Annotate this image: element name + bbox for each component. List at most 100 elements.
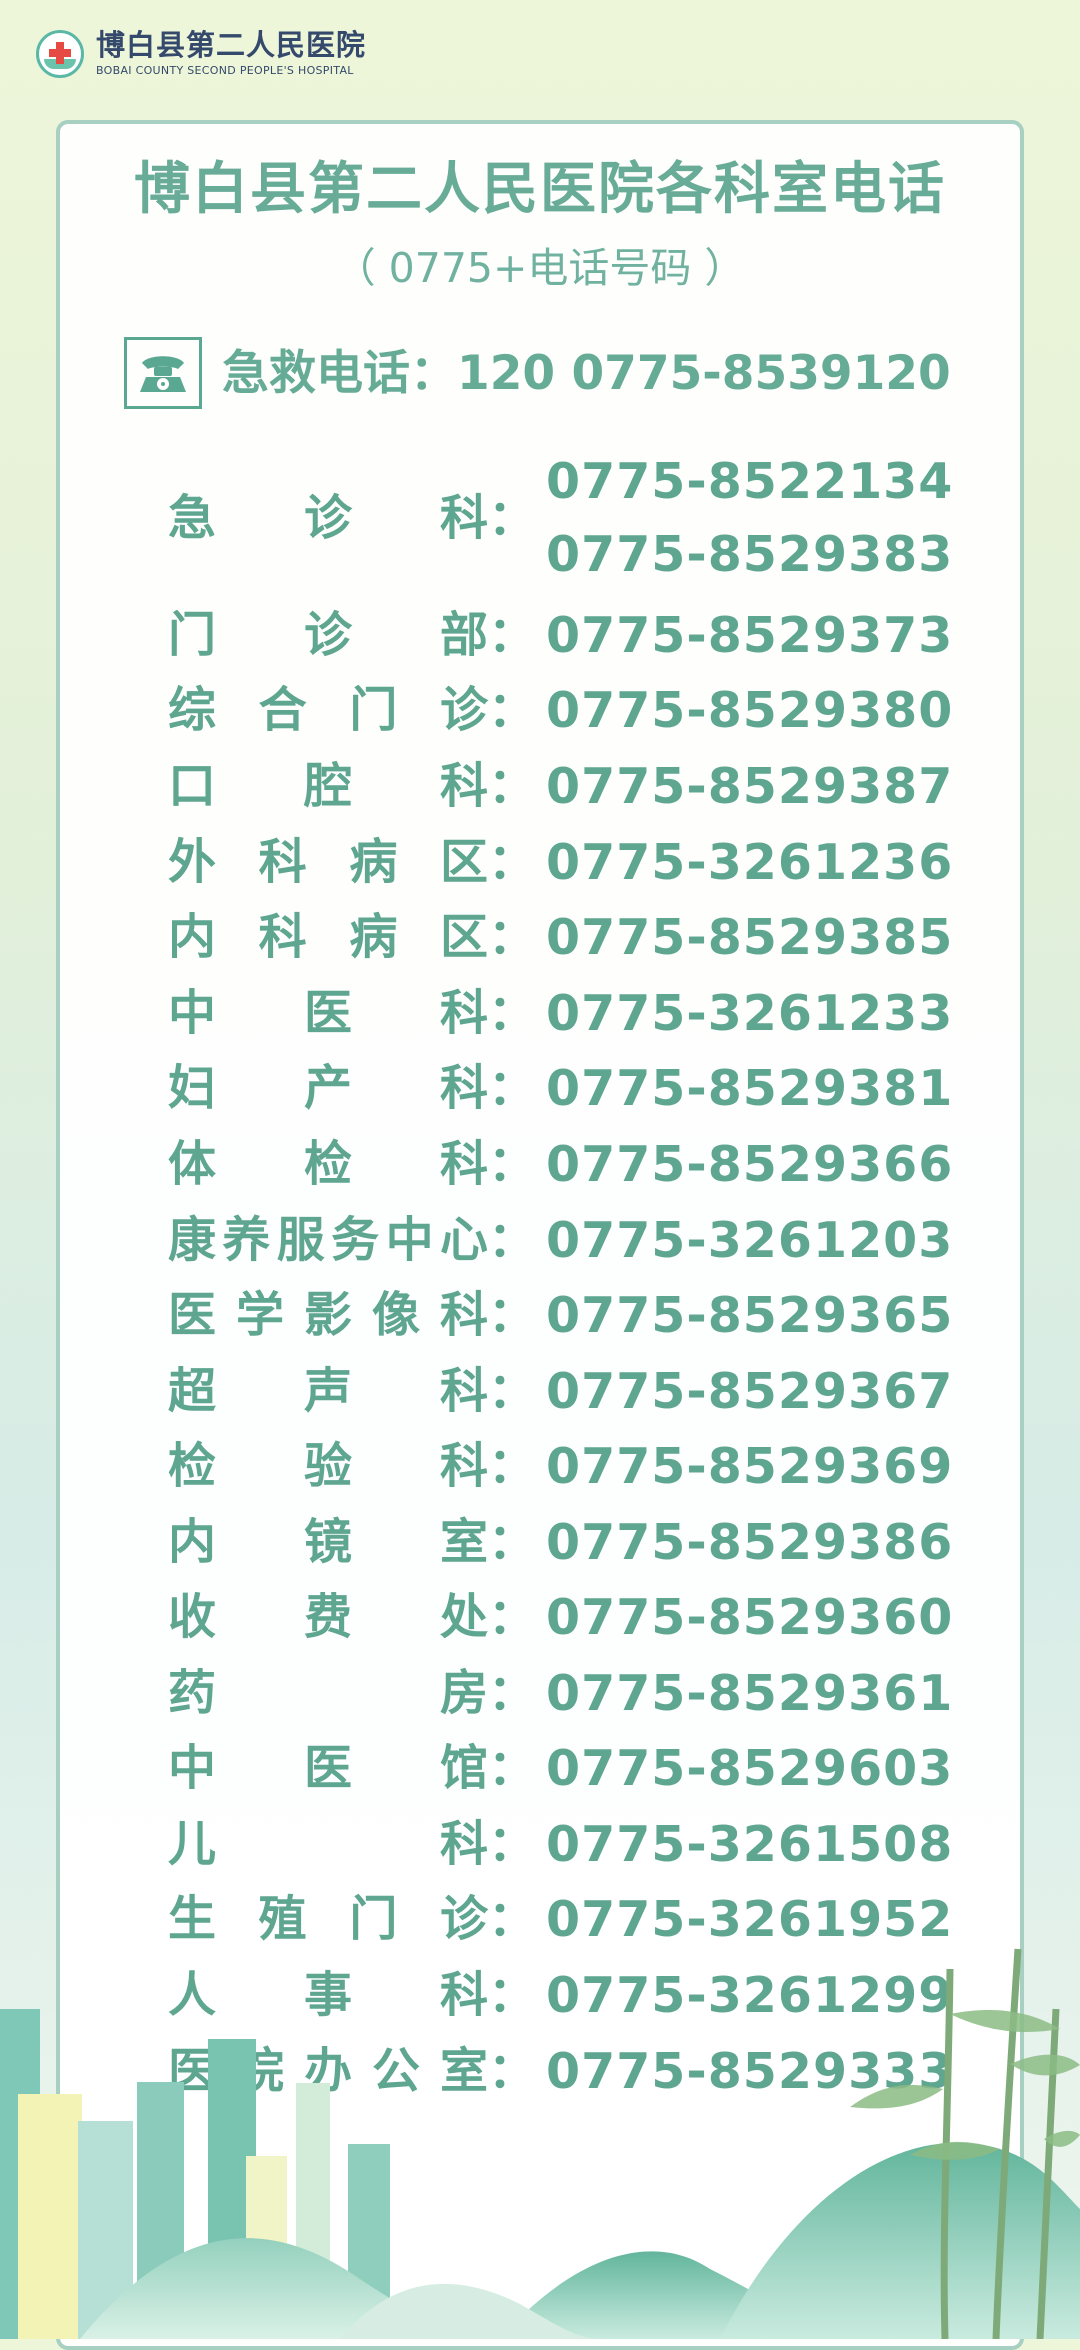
department-separator: ： bbox=[488, 1589, 537, 1645]
department-phone: 0775-3261236 bbox=[546, 833, 954, 891]
department-name-character: 内 bbox=[168, 909, 217, 965]
department-separator: ： bbox=[488, 1816, 537, 1872]
department-separator: ： bbox=[488, 1363, 537, 1419]
department-separator: ： bbox=[488, 1287, 537, 1343]
department-row: 急诊科： 0775-8522134 0775-8529383 bbox=[168, 453, 953, 583]
department-name-character: 房 bbox=[439, 1665, 488, 1721]
department-name-character: 中 bbox=[168, 985, 217, 1041]
department-name-character: 心 bbox=[439, 1212, 488, 1268]
department-name-character: 镜 bbox=[303, 1514, 352, 1570]
department-separator: ： bbox=[488, 1665, 537, 1721]
department-name-character: 科 bbox=[439, 1363, 488, 1419]
department-name-character: 影 bbox=[303, 1287, 352, 1343]
department-name-character: 科 bbox=[439, 985, 488, 1041]
department-phone-list: 0775-8529361 bbox=[546, 1669, 953, 1718]
department-name-character: 科 bbox=[439, 1287, 488, 1343]
department-phone: 0775-3261233 bbox=[546, 984, 954, 1042]
department-name-character: 科 bbox=[258, 834, 307, 890]
department-name: 妇产科 bbox=[168, 1064, 488, 1112]
department-phone: 0775-3261203 bbox=[546, 1211, 954, 1269]
department-name-character: 诊 bbox=[303, 490, 352, 546]
department-name-character: 馆 bbox=[439, 1740, 488, 1796]
department-phone: 0775-8529369 bbox=[546, 1437, 954, 1495]
department-row: 门诊部： 0775-8529373 bbox=[168, 605, 953, 665]
department-phone: 0775-3261508 bbox=[546, 1815, 954, 1873]
department-phone: 0775-8529386 bbox=[546, 1513, 954, 1571]
department-name-character: 口 bbox=[168, 758, 217, 814]
department-separator: ： bbox=[488, 607, 537, 663]
department-name-character: 收 bbox=[168, 1589, 217, 1645]
department-name-character: 超 bbox=[168, 1363, 217, 1419]
department-name-character: 康 bbox=[168, 1212, 217, 1268]
department-name-character: 区 bbox=[439, 909, 488, 965]
department-row: 体检科： 0775-8529366 bbox=[168, 1134, 953, 1194]
department-name-character: 产 bbox=[303, 1060, 352, 1116]
department-name-character: 医 bbox=[168, 1287, 217, 1343]
department-phone-list: 0775-8529380 bbox=[546, 686, 953, 735]
department-row: 中医科： 0775-3261233 bbox=[168, 983, 953, 1043]
department-name: 综合门诊 bbox=[168, 686, 488, 734]
department-name: 儿科 bbox=[168, 1820, 488, 1868]
department-separator: ： bbox=[488, 1136, 537, 1192]
department-row: 外科病区： 0775-3261236 bbox=[168, 832, 953, 892]
department-name: 内科病区 bbox=[168, 913, 488, 961]
department-phone: 0775-8529383 bbox=[546, 526, 954, 583]
department-row: 检验科： 0775-8529369 bbox=[168, 1436, 953, 1496]
department-name-character: 务 bbox=[331, 1212, 380, 1268]
department-name-character: 儿 bbox=[168, 1816, 217, 1872]
department-name: 门诊部 bbox=[168, 611, 488, 659]
department-name-character: 科 bbox=[439, 758, 488, 814]
department-name: 医学影像科 bbox=[168, 1291, 488, 1339]
department-name: 康养服务中心 bbox=[168, 1216, 488, 1264]
department-row: 中医馆： 0775-8529603 bbox=[168, 1738, 953, 1798]
department-name-character: 区 bbox=[439, 834, 488, 890]
department-name: 外科病区 bbox=[168, 838, 488, 886]
department-phone-list: 0775-8522134 0775-8529383 bbox=[546, 457, 953, 579]
department-phone-list: 0775-8529360 bbox=[546, 1593, 953, 1642]
department-row: 综合门诊： 0775-8529380 bbox=[168, 680, 953, 740]
department-phone: 0775-8522134 bbox=[546, 453, 954, 510]
department-row: 口腔科： 0775-8529387 bbox=[168, 756, 953, 816]
department-name-character: 诊 bbox=[439, 682, 488, 738]
department-name-character: 内 bbox=[168, 1514, 217, 1570]
department-row: 内科病区： 0775-8529385 bbox=[168, 907, 953, 967]
department-name-character: 室 bbox=[439, 1514, 488, 1570]
department-name-character: 科 bbox=[258, 909, 307, 965]
department-phone: 0775-8529387 bbox=[546, 757, 954, 815]
department-name-character: 养 bbox=[222, 1212, 271, 1268]
department-phone-list: 0775-8529381 bbox=[546, 1064, 953, 1113]
department-name-character: 科 bbox=[439, 1816, 488, 1872]
department-phone: 0775-8529373 bbox=[546, 606, 954, 664]
department-phone-list: 0775-8529369 bbox=[546, 1442, 953, 1491]
department-separator: ： bbox=[488, 1740, 537, 1796]
department-phone-list: 0775-8529373 bbox=[546, 611, 953, 660]
department-phone-list: 0775-3261203 bbox=[546, 1216, 953, 1265]
department-phone-list: 0775-3261233 bbox=[546, 989, 953, 1038]
department-name-character: 中 bbox=[385, 1212, 434, 1268]
department-row: 儿科： 0775-3261508 bbox=[168, 1814, 953, 1874]
department-name: 口腔科 bbox=[168, 762, 488, 810]
department-separator: ： bbox=[488, 758, 537, 814]
department-separator: ： bbox=[488, 682, 537, 738]
department-phone-list: 0775-8529603 bbox=[546, 1744, 953, 1793]
department-separator: ： bbox=[488, 1514, 537, 1570]
department-name-character: 病 bbox=[349, 834, 398, 890]
department-phone-list: 0775-8529386 bbox=[546, 1518, 953, 1567]
department-phone-list: 0775-3261508 bbox=[546, 1820, 953, 1869]
department-phone: 0775-8529360 bbox=[546, 1588, 954, 1646]
department-name-character: 检 bbox=[168, 1438, 217, 1494]
department-name-character: 妇 bbox=[168, 1060, 217, 1116]
department-name: 药房 bbox=[168, 1669, 488, 1717]
department-separator: ： bbox=[488, 1060, 537, 1116]
department-separator: ： bbox=[488, 834, 537, 890]
department-phone: 0775-8529385 bbox=[546, 908, 954, 966]
department-row: 医学影像科： 0775-8529365 bbox=[168, 1285, 953, 1345]
department-phone: 0775-8529381 bbox=[546, 1059, 954, 1117]
department-name: 超声科 bbox=[168, 1367, 488, 1415]
department-separator: ： bbox=[488, 1212, 537, 1268]
department-name-character: 医 bbox=[303, 985, 352, 1041]
department-name-character: 门 bbox=[168, 607, 217, 663]
department-phone: 0775-8529380 bbox=[546, 681, 954, 739]
department-name-character: 急 bbox=[168, 490, 217, 546]
department-row: 收费处： 0775-8529360 bbox=[168, 1587, 953, 1647]
